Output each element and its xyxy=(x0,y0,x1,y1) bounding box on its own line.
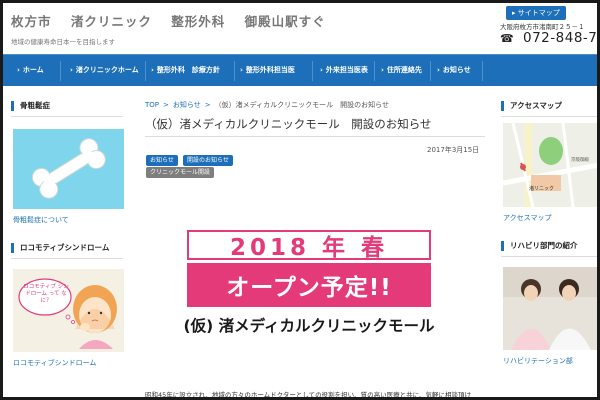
hero-mall-name-box: (仮) 渚メディカルクリニックモール xyxy=(184,310,435,340)
nav-item-policy[interactable]: 整形外科 診療方針 xyxy=(151,65,220,75)
map-clinic-label: 渚リニック xyxy=(529,186,555,192)
breadcrumb-top[interactable]: TOP xyxy=(145,101,159,109)
breadcrumb-news[interactable]: お知らせ xyxy=(173,101,201,109)
map-graphic: 京阪御殿 xyxy=(503,123,597,207)
nav-divider xyxy=(430,61,431,81)
title-divider xyxy=(145,136,485,137)
article-body-text: 昭和45年に設立され、地域の方々のホームドクターとしての役割を担い、質の高い医療… xyxy=(145,391,471,399)
site-tagline: 地域の健康寿命日本一を目指します xyxy=(11,38,115,46)
osteoporosis-widget-title: 骨粗鬆症 xyxy=(11,101,50,111)
locomotive-widget-title: ロコモティブシンドローム xyxy=(11,243,109,253)
site-header: 枚方市 渚クリニック 整形外科 御殿山駅すぐ 地域の健康寿命日本一を目指します … xyxy=(3,3,597,55)
nav-item-doctors[interactable]: 整形外科担当医 xyxy=(240,65,295,75)
woman-thinking-illustration xyxy=(18,278,117,349)
nav-divider xyxy=(374,61,375,81)
breadcrumb: TOP > お知らせ > （仮）渚メディカルクリニックモール 開設のお知らせ xyxy=(145,100,389,110)
nav-item-news[interactable]: お知らせ xyxy=(437,65,471,75)
main-nav: ホーム 渚クリニックホーム 整形外科 診療方針 整形外科担当医 外来担当医表 住… xyxy=(3,54,597,86)
locomotive-link[interactable]: ロコモティブシンドローム xyxy=(13,358,96,368)
access-map[interactable]: 京阪御殿 渚リニック xyxy=(503,123,597,207)
access-map-widget-title: アクセスマップ xyxy=(501,101,562,111)
site-title-part: 枚方市 xyxy=(11,14,52,29)
sitemap-label: サイトマップ xyxy=(517,9,560,17)
site-title-part: 御殿山駅すぐ xyxy=(244,14,326,29)
sitemap-button[interactable]: ▸ サイトマップ xyxy=(506,6,566,20)
widget-divider xyxy=(501,256,597,257)
osteoporosis-link[interactable]: 骨粗鬆症について xyxy=(13,215,69,225)
browser-frame: 枚方市 渚クリニック 整形外科 御殿山駅すぐ 地域の健康寿命日本一を目指します … xyxy=(0,0,600,400)
hero-season-text: 2018 年 春 xyxy=(229,235,389,261)
nav-item-schedule[interactable]: 外来担当医表 xyxy=(320,65,368,75)
svg-text:京阪御殿: 京阪御殿 xyxy=(571,156,589,163)
site-title-part: 渚クリニック xyxy=(70,14,152,29)
rehab-widget-title: リハビリ部門の紹介 xyxy=(501,241,578,251)
tag-news[interactable]: お知らせ xyxy=(146,155,178,166)
access-map-link[interactable]: アクセスマップ xyxy=(503,213,551,223)
locomotive-bubble-text: ロコモティブ シンドローム って なに？ xyxy=(23,284,69,304)
nav-item-home[interactable]: ホーム xyxy=(17,65,44,75)
nav-item-clinic-home[interactable]: 渚クリニックホーム xyxy=(70,65,139,75)
post-date: 2017年3月15日 xyxy=(427,146,480,154)
rehab-staff-illustration xyxy=(503,267,597,350)
osteoporosis-banner[interactable] xyxy=(13,129,124,209)
widget-divider xyxy=(11,258,123,259)
phone-number[interactable]: 072-848-7767 xyxy=(523,30,597,46)
opening-announcement-image: 2018 年 春 オープン予定!! (仮) 渚メディカルクリニックモール xyxy=(145,189,479,367)
chevron-right-icon: > xyxy=(163,101,169,109)
hero-season-box: 2018 年 春 xyxy=(187,230,431,261)
hero-mall-name-text: (仮) 渚メディカルクリニックモール xyxy=(183,317,435,335)
locomotive-banner[interactable]: ロコモティブ シンドローム って なに？ xyxy=(13,269,124,352)
widget-divider xyxy=(11,116,123,117)
page-title: （仮）渚メディカルクリニックモール 開設のお知らせ xyxy=(145,117,432,131)
rehab-link[interactable]: リハビリテーション部 xyxy=(503,356,573,366)
site-title-part: 整形外科 xyxy=(171,14,226,29)
hero-opening-box: オープン予定!! xyxy=(187,263,431,307)
nav-divider xyxy=(482,61,483,81)
site-title[interactable]: 枚方市 渚クリニック 整形外科 御殿山駅すぐ xyxy=(11,11,340,30)
tag-clinic-mall-opening[interactable]: クリニックモール開設 xyxy=(146,167,215,178)
chevron-right-icon: > xyxy=(204,101,211,109)
nav-divider xyxy=(312,61,313,81)
rehab-staff-photo[interactable] xyxy=(503,267,597,350)
nav-divider xyxy=(234,61,235,81)
nav-divider xyxy=(145,61,146,81)
widget-divider xyxy=(501,116,597,117)
bone-icon xyxy=(31,138,106,199)
breadcrumb-current: （仮）渚メディカルクリニックモール 開設のお知らせ xyxy=(214,101,390,109)
nav-item-contact[interactable]: 住所連絡先 xyxy=(381,65,422,75)
nav-divider xyxy=(60,61,61,81)
hero-opening-text: オープン予定!! xyxy=(226,275,392,301)
phone-icon: ☎ xyxy=(500,32,514,45)
tag-opening-news[interactable]: 開設のお知らせ xyxy=(183,155,233,166)
